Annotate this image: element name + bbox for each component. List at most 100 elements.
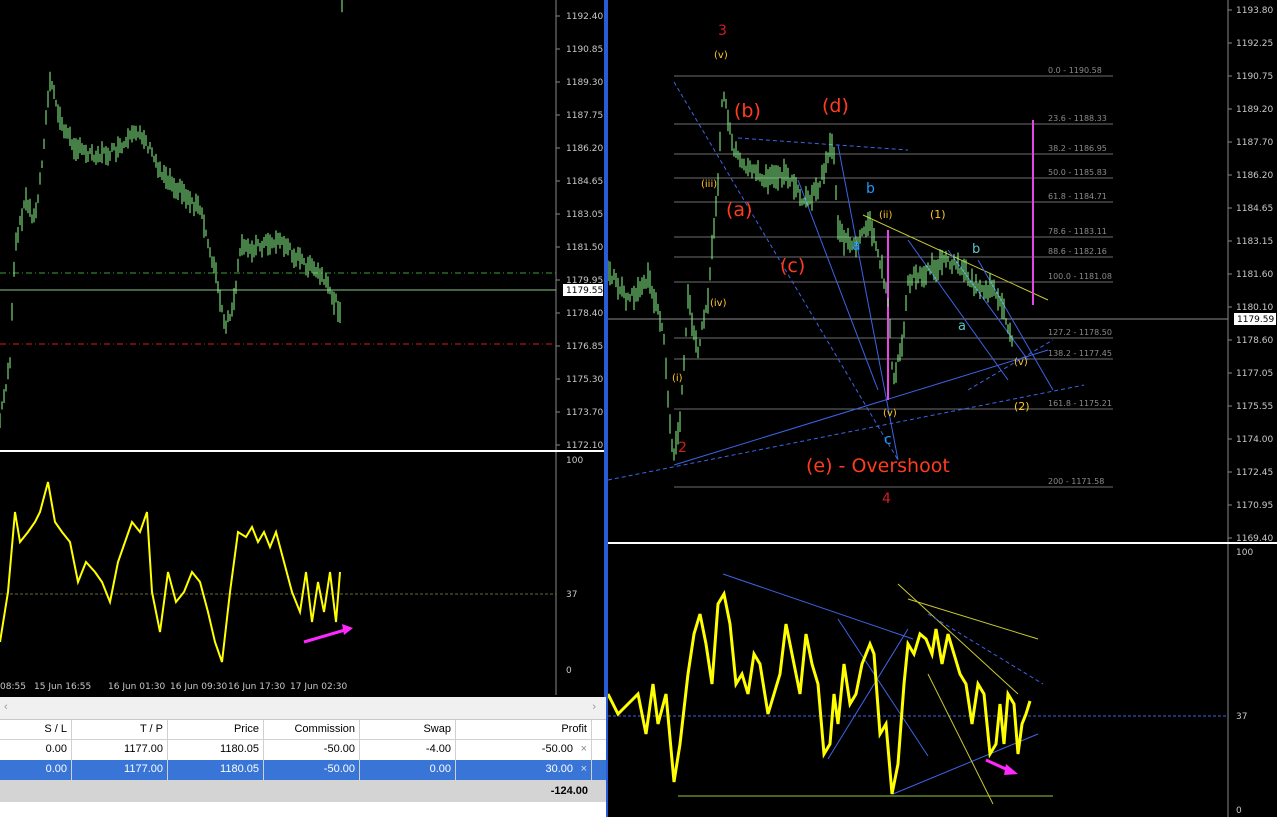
time-tick-label: 16 Jun 01:30 bbox=[108, 682, 165, 692]
left-price-chart[interactable]: 1192.40 1190.85 1189.30 1187.75 1186.20 1184.… bbox=[0, 0, 606, 450]
terminal-total-row: -124.00 bbox=[0, 780, 606, 802]
divergence-arrow bbox=[303, 628, 346, 644]
terminal-columns: S / L T / P Price Commission Swap Profit bbox=[0, 720, 606, 740]
indicator-tick-label: 37 bbox=[566, 590, 577, 600]
fib-level-label: 161.8 - 1175.21 bbox=[1048, 399, 1112, 408]
col-swap[interactable]: Swap bbox=[360, 720, 456, 739]
cell-commission: -50.00 bbox=[264, 740, 360, 760]
arrow-head-icon bbox=[342, 624, 353, 635]
price-tick-label: 1178.40 bbox=[566, 309, 603, 319]
price-tick-label: 1181.50 bbox=[566, 243, 603, 253]
wave-label-v-2: (v) bbox=[883, 408, 897, 419]
price-tick-label: 1186.20 bbox=[1236, 171, 1273, 181]
right-price-chart[interactable]: 1193.80 1192.25 1190.75 1189.20 1187.70 1186.… bbox=[608, 0, 1277, 542]
time-tick-label: 16 Jun 09:30 bbox=[170, 682, 227, 692]
fib-level-label: 38.2 - 1186.95 bbox=[1048, 144, 1107, 153]
profit-value: 30.00 bbox=[545, 763, 573, 775]
price-tick-label: 1192.25 bbox=[1236, 39, 1273, 49]
col-price[interactable]: Price bbox=[168, 720, 264, 739]
wave-label-i: (i) bbox=[672, 373, 683, 384]
cell-sl: 0.00 bbox=[0, 760, 72, 780]
fib-level-label: 23.6 - 1188.33 bbox=[1048, 114, 1107, 123]
fib-level-label: 127.2 - 1178.50 bbox=[1048, 328, 1112, 337]
current-price-label: 1179.59 bbox=[1237, 315, 1274, 325]
indicator-tick-label: 0 bbox=[1236, 806, 1242, 816]
close-icon[interactable]: × bbox=[581, 740, 587, 759]
wave-label-a: (a) bbox=[726, 199, 752, 221]
wave-label-v: (v) bbox=[714, 50, 728, 61]
price-tick-label: 1189.20 bbox=[1236, 105, 1273, 115]
trade-row-selected[interactable]: 0.00 1177.00 1180.05 -50.00 0.00 30.00 × bbox=[0, 760, 606, 780]
trendline bbox=[722, 573, 914, 640]
price-tick-label: 1183.15 bbox=[1236, 237, 1273, 247]
time-tick-label: 17 Jun 02:30 bbox=[290, 682, 347, 692]
time-tick-label: 08:55 bbox=[0, 682, 26, 692]
wave-label-3: 3 bbox=[718, 23, 727, 39]
trendline bbox=[897, 583, 1019, 695]
trendline bbox=[737, 137, 909, 151]
price-tick-label: 1175.30 bbox=[566, 375, 603, 385]
wave-label-2: 2 bbox=[678, 440, 687, 456]
price-tick-label: 1187.70 bbox=[1236, 138, 1273, 148]
price-tick-label: 1175.55 bbox=[1236, 402, 1273, 412]
wave-label-iv: (iv) bbox=[710, 298, 727, 309]
col-sl[interactable]: S / L bbox=[0, 720, 72, 739]
trendline bbox=[907, 598, 1039, 640]
total-profit: -124.00 bbox=[550, 785, 588, 797]
wave-label-e-overshoot: (e) - Overshoot bbox=[806, 455, 950, 477]
wave-label-ii: (ii) bbox=[879, 210, 892, 221]
wave-label-iii: (iii) bbox=[701, 179, 717, 190]
price-tick-label: 1189.30 bbox=[566, 78, 603, 88]
fib-level-label: 50.0 - 1185.83 bbox=[1048, 168, 1107, 177]
cell-price: 1180.05 bbox=[168, 760, 264, 780]
col-profit[interactable]: Profit bbox=[456, 720, 592, 739]
col-tp[interactable]: T / P bbox=[72, 720, 168, 739]
wave-label-1: (1) bbox=[930, 208, 946, 221]
time-tick-label: 16 Jun 17:30 bbox=[228, 682, 285, 692]
trendline bbox=[947, 249, 1029, 361]
col-commission[interactable]: Commission bbox=[264, 720, 360, 739]
price-tick-label: 1187.75 bbox=[566, 111, 603, 121]
left-indicator-chart[interactable]: 100 37 0 08:55 15 Jun 16:55 16 Jun 01:30 16 Ju… bbox=[0, 452, 606, 695]
indicator-line bbox=[0, 481, 341, 663]
price-tick-label: 1177.05 bbox=[1236, 369, 1273, 379]
price-tick-label: 1192.40 bbox=[566, 12, 603, 22]
wave-label-small-c: c bbox=[884, 432, 892, 448]
fib-level-label: 61.8 - 1184.71 bbox=[1048, 192, 1107, 201]
price-tick-label: 1173.70 bbox=[566, 408, 603, 418]
trade-terminal: ‹ › S / L T / P Price Commission Swap Pr… bbox=[0, 697, 606, 817]
close-icon[interactable]: × bbox=[581, 760, 587, 779]
price-tick-label: 1190.75 bbox=[1236, 72, 1273, 82]
wave-label-small-a: a bbox=[852, 238, 861, 254]
cell-sl: 0.00 bbox=[0, 740, 72, 760]
time-tick-label: 15 Jun 16:55 bbox=[34, 682, 91, 692]
current-price-label: 1179.55 bbox=[566, 286, 603, 296]
price-tick-label: 1193.80 bbox=[1236, 6, 1273, 16]
indicator-tick-label: 37 bbox=[1236, 712, 1247, 722]
price-tick-label: 1172.10 bbox=[566, 441, 603, 450]
profit-value: -50.00 bbox=[541, 743, 573, 755]
trade-row[interactable]: 0.00 1177.00 1180.05 -50.00 -4.00 -50.00… bbox=[0, 740, 606, 760]
wave-label-small-b: b bbox=[866, 181, 875, 197]
chevron-right-icon[interactable]: › bbox=[592, 701, 596, 713]
cell-swap: 0.00 bbox=[360, 760, 456, 780]
chevron-left-icon[interactable]: ‹ bbox=[4, 701, 8, 713]
right-indicator-chart[interactable]: 100 37 0 bbox=[608, 544, 1277, 817]
cell-tp: 1177.00 bbox=[72, 760, 168, 780]
wave-label-2-paren: (2) bbox=[1014, 400, 1030, 413]
wave-label-4: 4 bbox=[882, 491, 891, 507]
cell-price: 1180.05 bbox=[168, 740, 264, 760]
price-tick-label: 1176.85 bbox=[566, 342, 603, 352]
fib-level-label: 138.2 - 1177.45 bbox=[1048, 349, 1112, 358]
trendline bbox=[837, 618, 929, 757]
price-tick-label: 1174.00 bbox=[1236, 435, 1273, 445]
cell-commission: -50.00 bbox=[264, 760, 360, 780]
fib-level-label: 78.6 - 1183.11 bbox=[1048, 227, 1107, 236]
cell-profit: 30.00 × bbox=[456, 760, 592, 780]
arrow-head-icon bbox=[1004, 764, 1018, 775]
fib-level-label: 100.0 - 1181.08 bbox=[1048, 272, 1112, 281]
indicator-tick-label: 0 bbox=[566, 666, 572, 676]
trendline bbox=[967, 339, 1054, 391]
price-tick-label: 1169.40 bbox=[1236, 534, 1273, 542]
wave-label-d: (d) bbox=[822, 95, 849, 117]
